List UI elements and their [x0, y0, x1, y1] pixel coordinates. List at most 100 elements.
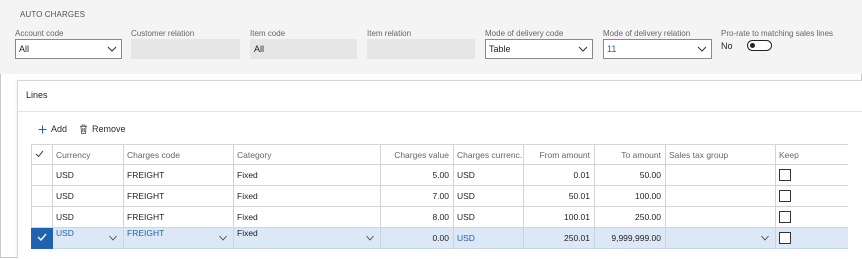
lines-toolbar: Add Remove: [38, 124, 126, 134]
prorate-label: Pro-rate to matching sales lines: [721, 29, 834, 38]
cell-category[interactable]: Fixed: [233, 164, 381, 186]
cell-keep: [775, 206, 851, 228]
mode-of-delivery-code-field: Mode of delivery code Table: [485, 29, 593, 59]
column-header-to-amount[interactable]: To amount: [594, 144, 666, 165]
row-selector[interactable]: [31, 164, 53, 186]
item-relation-input[interactable]: [367, 39, 475, 59]
row-selector[interactable]: [31, 185, 53, 207]
column-header-category[interactable]: Category: [233, 144, 381, 165]
mode-of-delivery-code-value: Table: [489, 44, 511, 54]
cell-charges-code[interactable]: FREIGHT: [123, 206, 234, 228]
cell-keep: [775, 164, 851, 186]
cell-sales-tax-group[interactable]: [665, 206, 776, 228]
account-code-field: Account code All: [15, 29, 122, 59]
row-selector-checked[interactable]: [31, 227, 53, 249]
keep-checkbox[interactable]: [779, 169, 791, 181]
column-header-keep[interactable]: Keep: [775, 144, 851, 165]
item-code-label: Item code: [250, 29, 286, 38]
prorate-value: No: [721, 40, 733, 51]
customer-relation-label: Customer relation: [131, 29, 195, 38]
table-row[interactable]: USD FREIGHT Fixed 8.00 USD 100.01 250.00: [31, 206, 851, 228]
customer-relation-field: Customer relation: [131, 29, 240, 59]
cell-currency[interactable]: USD: [52, 164, 124, 186]
cell-from-amount[interactable]: 250.01: [523, 227, 595, 249]
chevron-down-icon: [366, 235, 374, 241]
toggle-knob: [749, 43, 755, 48]
column-header-charges-code[interactable]: Charges code: [123, 144, 234, 165]
table-row[interactable]: USD FREIGHT Fixed 5.00 USD 0.01 50.00: [31, 164, 851, 186]
cell-charges-value[interactable]: 5.00: [380, 164, 454, 186]
grid-scrollbar[interactable]: [848, 112, 862, 259]
select-all-column[interactable]: [31, 144, 53, 165]
checkmark-icon: [37, 233, 47, 242]
item-relation-label: Item relation: [367, 29, 412, 38]
cell-currency[interactable]: USD: [52, 185, 124, 207]
cell-sales-tax-group[interactable]: [665, 185, 776, 207]
add-button[interactable]: Add: [38, 124, 67, 134]
chevron-down-icon: [109, 235, 117, 241]
prorate-toggle[interactable]: [746, 40, 772, 51]
keep-checkbox[interactable]: [779, 232, 791, 244]
table-row-selected[interactable]: USD FREIGHT Fixed 0.00 USD 250.01 9,999,…: [31, 227, 851, 249]
cell-category-value: Fixed: [237, 228, 258, 239]
cell-charges-value[interactable]: 7.00: [380, 185, 454, 207]
cell-charges-code[interactable]: FREIGHT: [123, 164, 234, 186]
table-row[interactable]: USD FREIGHT Fixed 7.00 USD 50.01 100.00: [31, 185, 851, 207]
column-header-currency[interactable]: Currency: [52, 144, 124, 165]
cell-charges-code-select[interactable]: FREIGHT: [123, 227, 234, 249]
cell-category[interactable]: Fixed: [233, 185, 381, 207]
keep-checkbox[interactable]: [779, 190, 791, 202]
cell-to-amount[interactable]: 250.00: [594, 206, 666, 228]
column-header-charges-currency[interactable]: Charges currenc...: [453, 144, 524, 165]
cell-charges-code[interactable]: FREIGHT: [123, 185, 234, 207]
cell-currency[interactable]: USD: [52, 206, 124, 228]
chevron-down-icon: [578, 46, 588, 52]
mode-of-delivery-relation-field: Mode of delivery relation 11: [603, 29, 712, 59]
chevron-down-icon: [697, 46, 707, 52]
cell-to-amount[interactable]: 100.00: [594, 185, 666, 207]
chevron-down-icon: [219, 235, 227, 241]
cell-charges-currency[interactable]: USD: [453, 164, 524, 186]
prorate-field: Pro-rate to matching sales lines No: [721, 29, 851, 51]
column-header-charges-value[interactable]: Charges value: [380, 144, 454, 165]
cell-currency-value: USD: [56, 228, 74, 239]
cell-from-amount[interactable]: 0.01: [523, 164, 595, 186]
remove-button[interactable]: Remove: [79, 124, 126, 134]
mode-of-delivery-relation-label: Mode of delivery relation: [603, 29, 691, 38]
account-code-label: Account code: [15, 29, 64, 38]
prorate-toggle-row: No: [721, 40, 772, 51]
mode-of-delivery-relation-select[interactable]: 11: [603, 39, 712, 59]
cell-charges-currency[interactable]: USD: [453, 227, 524, 249]
lines-title: Lines: [26, 90, 48, 100]
cell-to-amount[interactable]: 50.00: [594, 164, 666, 186]
cell-charges-value[interactable]: 0.00: [380, 227, 454, 249]
cell-currency-select[interactable]: USD: [52, 227, 124, 249]
mode-of-delivery-code-select[interactable]: Table: [485, 39, 593, 59]
cell-sales-tax-group[interactable]: [665, 164, 776, 186]
cell-to-amount[interactable]: 9,999,999.00: [594, 227, 666, 249]
cell-charges-currency[interactable]: USD: [453, 206, 524, 228]
cell-keep: [775, 185, 851, 207]
item-relation-field: Item relation: [367, 29, 475, 59]
cell-category-select[interactable]: Fixed: [233, 227, 381, 249]
cell-category[interactable]: Fixed: [233, 206, 381, 228]
cell-from-amount[interactable]: 50.01: [523, 185, 595, 207]
column-header-from-amount[interactable]: From amount: [523, 144, 595, 165]
trash-icon: [80, 124, 88, 134]
keep-checkbox[interactable]: [779, 211, 791, 223]
cell-sales-tax-group-select[interactable]: [665, 227, 776, 249]
column-header-sales-tax-group[interactable]: Sales tax group: [665, 144, 776, 165]
row-selector[interactable]: [31, 206, 53, 228]
remove-label: Remove: [92, 124, 126, 134]
account-code-select[interactable]: All: [15, 39, 122, 59]
mode-of-delivery-code-label: Mode of delivery code: [485, 29, 564, 38]
lines-panel: Lines Add Remove Currency Charges code C…: [17, 80, 862, 259]
add-label: Add: [51, 124, 68, 134]
item-code-field: Item code All: [250, 29, 357, 59]
chevron-down-icon: [107, 46, 117, 52]
item-code-input[interactable]: All: [250, 39, 357, 59]
customer-relation-input[interactable]: [131, 39, 240, 59]
cell-charges-currency[interactable]: USD: [453, 185, 524, 207]
cell-from-amount[interactable]: 100.01: [523, 206, 595, 228]
cell-charges-value[interactable]: 8.00: [380, 206, 454, 228]
